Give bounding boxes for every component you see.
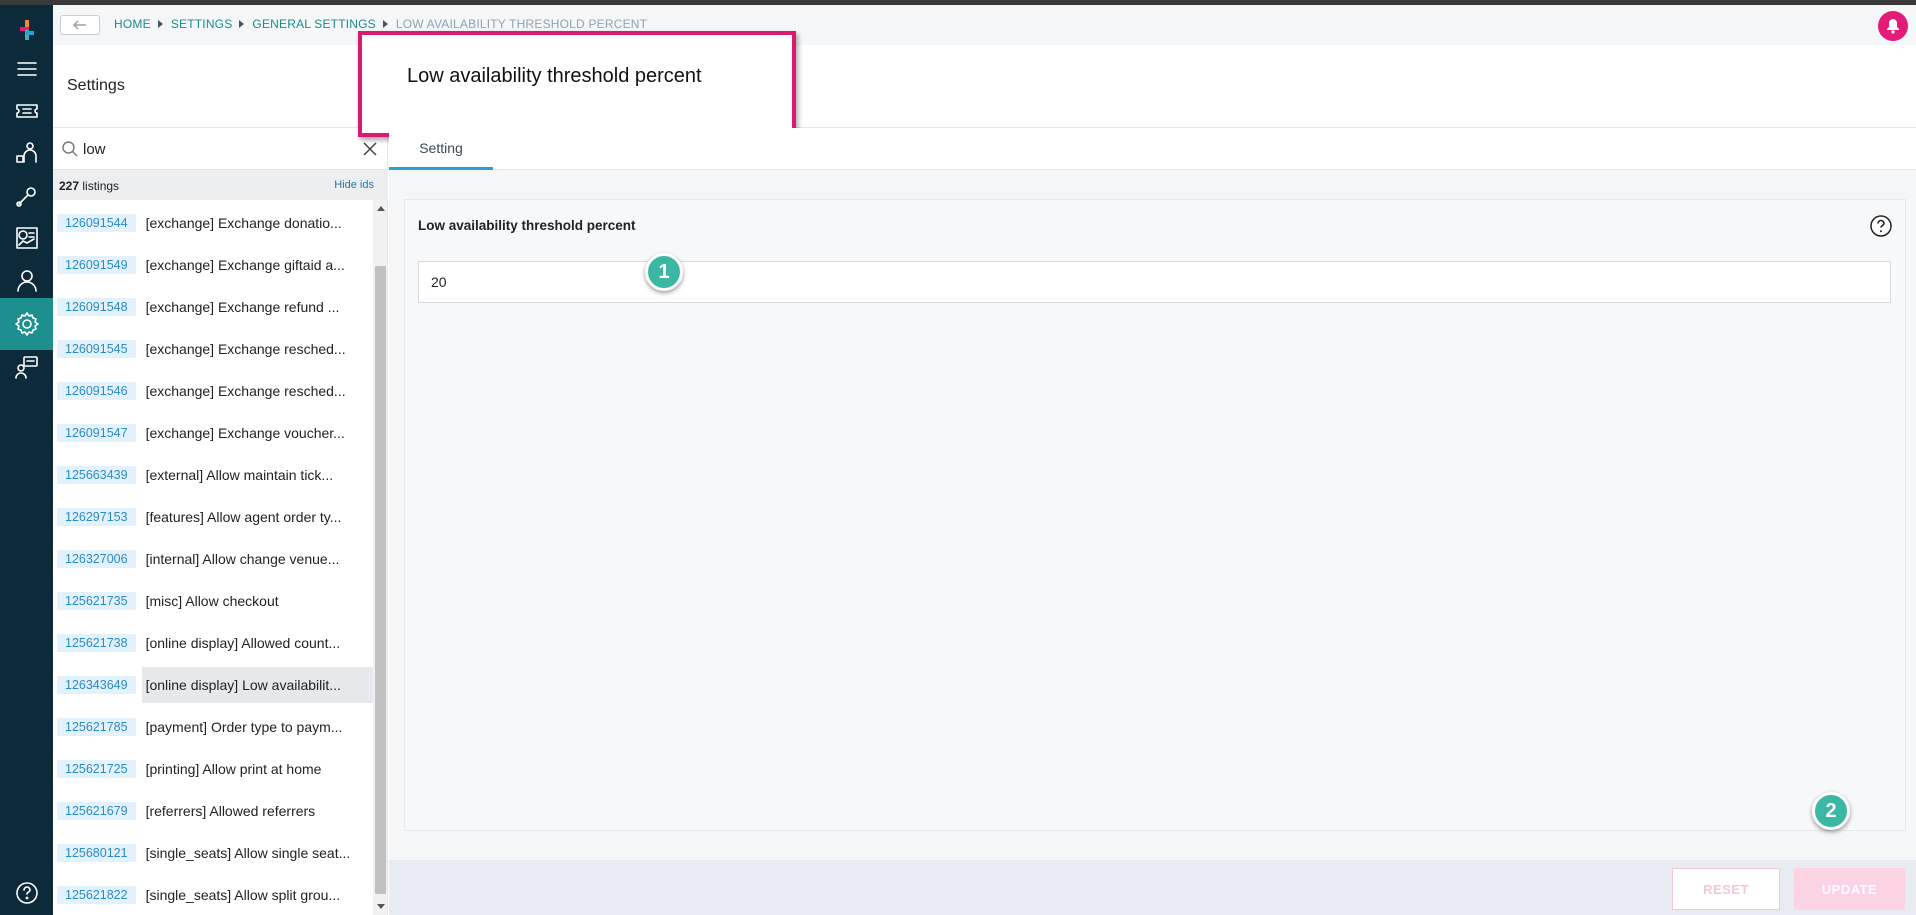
settings-title: Settings [67,77,125,94]
breadcrumb: HOME SETTINGS GENERAL SETTINGS LOW AVAIL… [114,17,647,31]
page-title: Low availability threshold percent [407,65,702,87]
listing-label: [single_seats] Allow single seat... [145,845,351,861]
listing-id-badge: 126091545 [57,340,136,358]
breadcrumb-settings[interactable]: SETTINGS [171,17,233,31]
listing-id-badge: 125621738 [57,634,136,652]
list-item[interactable]: 126091547 [exchange] Exchange voucher... [53,412,373,454]
list-item[interactable]: 126343649 [online display] Low availabili… [53,664,373,706]
list-item[interactable]: 126091545 [exchange] Exchange resched... [53,328,373,370]
hide-ids-link[interactable]: Hide ids [334,179,374,191]
setting-panel: Low availability threshold percent [404,199,1906,831]
listing-label: [referrers] Allowed referrers [145,803,316,819]
action-footer: RESET UPDATE [389,860,1916,915]
list-item[interactable]: 125621725 [printing] Allow print at home [53,748,373,790]
listing-id-badge: 126091549 [57,256,136,274]
list-item[interactable]: 126091544 [exchange] Exchange donatio... [53,202,373,244]
listing-label: [exchange] Exchange resched... [145,341,346,357]
scroll-thumb[interactable] [375,266,386,894]
listing-label: [exchange] Exchange voucher... [145,425,345,441]
listing-id-badge: 126297153 [57,508,136,526]
list-item[interactable]: 126297153 [features] Allow agent order ty… [53,496,373,538]
listing-label: [misc] Allow checkout [145,593,279,609]
listing-id-badge: 126091547 [57,424,136,442]
list-item[interactable]: 125621735 [misc] Allow checkout [53,580,373,622]
question-circle-icon[interactable] [1869,214,1893,238]
listing-id-badge: 126091544 [57,214,136,232]
listing-id-badge: 125621735 [57,592,136,610]
listing-label: [exchange] Exchange giftaid a... [145,257,345,273]
listings-bar: 227 listings Hide ids [53,170,388,200]
listing-id-badge: 126343649 [57,676,136,694]
listing-id-badge: 125621822 [57,886,136,904]
list-item[interactable]: 125621822 [single_seats] Allow split grou… [53,874,373,915]
search-input[interactable] [83,138,343,160]
listing-label: [exchange] Exchange resched... [145,383,346,399]
scroll-up-icon[interactable] [377,206,385,211]
listing-label: [printing] Allow print at home [145,761,322,777]
listing-label: [exchange] Exchange donatio... [145,215,342,231]
bell-icon [1887,19,1899,34]
step-marker-1: 1 [645,253,683,291]
scroll-down-icon[interactable] [377,904,385,909]
breadcrumb-separator-icon [382,20,388,28]
reset-button[interactable]: RESET [1672,868,1780,910]
support-icon[interactable] [0,341,53,393]
title-highlight-box: Low availability threshold percent [358,31,796,137]
list-item[interactable]: 125621679 [referrers] Allowed referrers [53,790,373,832]
listing-label: [external] Allow maintain tick... [145,467,334,483]
settings-list: 126091544 [exchange] Exchange donatio... 1… [53,200,373,915]
listing-id-badge: 125621725 [57,760,136,778]
listing-id-badge: 126091546 [57,382,136,400]
listing-label: [exchange] Exchange refund ... [145,299,340,315]
notifications-button[interactable] [1878,11,1908,41]
list-item[interactable]: 125621785 [payment] Order type to paym... [53,706,373,748]
listings-count: 227 listings [59,179,120,193]
list-item[interactable]: 126091548 [exchange] Exchange refund ... [53,286,373,328]
list-item[interactable]: 126091546 [exchange] Exchange resched... [53,370,373,412]
list-item[interactable]: 126091549 [exchange] Exchange giftaid a..… [53,244,373,286]
list-item[interactable]: 125680121 [single_seats] Allow single sea… [53,832,373,874]
breadcrumb-home[interactable]: HOME [114,17,151,31]
listing-label: [internal] Allow change venue... [145,551,340,567]
listing-label: [features] Allow agent order ty... [145,509,342,525]
step-marker-2: 2 [1812,792,1850,830]
list-item[interactable]: 125621738 [online display] Allowed count.… [53,622,373,664]
help-icon[interactable] [0,867,53,915]
settings-search [53,128,388,170]
listing-id-badge: 125663439 [57,466,136,484]
back-button[interactable] [60,15,100,35]
listing-id-badge: 125621785 [57,718,136,736]
listing-id-badge: 125680121 [57,844,136,862]
threshold-value-input[interactable] [418,261,1891,303]
list-item[interactable]: 125663439 [external] Allow maintain tick.… [53,454,373,496]
listing-id-badge: 126327006 [57,550,136,568]
breadcrumb-general-settings[interactable]: GENERAL SETTINGS [252,17,375,31]
content-area: Low availability threshold percent [389,170,1916,860]
arrow-left-icon [72,20,86,30]
tab-bar: Setting [389,128,1916,170]
listing-label: [online display] Allowed count... [145,635,341,651]
list-scrollbar[interactable] [373,200,388,915]
breadcrumb-separator-icon [157,20,163,28]
tab-setting[interactable]: Setting [389,128,493,170]
listing-label: [single_seats] Allow split grou... [145,887,341,903]
settings-sidebar-header: Settings [53,45,388,128]
clear-search-icon[interactable] [361,140,379,158]
listing-id-badge: 125621679 [57,802,136,820]
listing-label: [payment] Order type to paym... [145,719,343,735]
list-item[interactable]: 126327006 [internal] Allow change venue..… [53,538,373,580]
update-button[interactable]: UPDATE [1794,868,1905,910]
listing-label: [online display] Low availabilit... [141,667,373,703]
search-icon [61,140,79,158]
breadcrumb-separator-icon [239,20,245,28]
top-bar: HOME SETTINGS GENERAL SETTINGS LOW AVAIL… [53,5,1916,45]
breadcrumb-current: LOW AVAILABILITY THRESHOLD PERCENT [395,17,648,31]
listing-id-badge: 126091548 [57,298,136,316]
field-label: Low availability threshold percent [418,218,636,233]
left-nav-rail [0,5,53,915]
